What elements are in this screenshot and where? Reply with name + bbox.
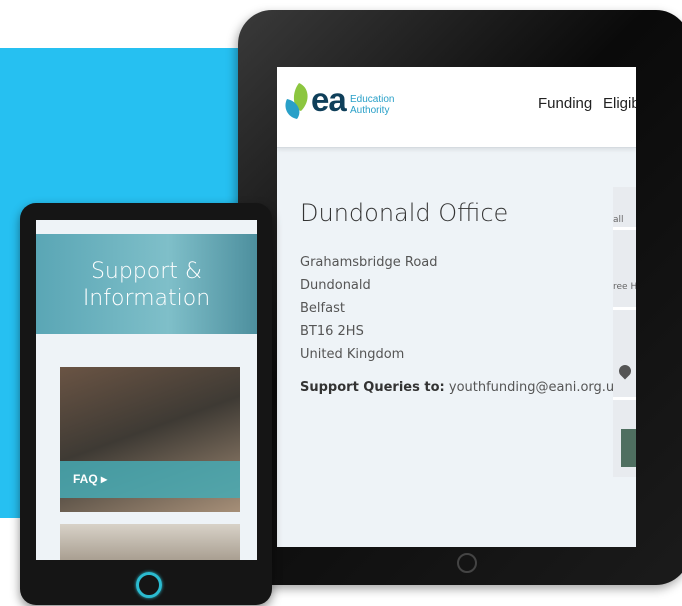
map-pin-icon[interactable] [616,362,634,380]
home-button-icon [457,553,477,573]
address-line: United Kingdom [300,347,405,362]
office-title: Dundonald Office [300,199,509,227]
address-line: Dundonald [300,278,371,293]
map-road [613,307,636,310]
support-queries: Support Queries to: youthfunding@eani.or… [300,380,622,395]
address-line: BT16 2HS [300,324,364,339]
logo-subtext-line2: Authority [350,105,390,116]
faq-bar: FAQ ▸ [60,461,240,498]
site-header: ea Education Authority Funding Eligib [277,67,636,148]
logo-subtext-line1: Education [350,94,395,105]
faq-card[interactable]: FAQ ▸ [60,367,240,512]
nav-link-eligibility[interactable]: Eligib [603,95,636,112]
address-line: Belfast [300,301,345,316]
tablet-screen-small: Support & Information FAQ ▸ [36,220,257,560]
hero-banner: Support & Information [36,234,257,334]
home-button-icon [136,572,162,598]
logo-leaf-icon [285,83,308,119]
map-label: ree H [613,282,636,292]
tablet-device-large: ea Education Authority Funding Eligib Du… [238,10,682,585]
hero-title-line1: Support & [90,259,203,284]
logo-text[interactable]: ea [311,83,347,116]
hero-title-line2: Information [82,286,211,311]
map-label: all [613,215,624,225]
map-embed[interactable]: all ree H [613,187,636,477]
map-satellite-toggle[interactable] [621,429,636,467]
tablet-screen-large: ea Education Authority Funding Eligib Du… [277,67,636,547]
address-line: Grahamsbridge Road [300,255,438,270]
logo-subtext: Education Authority [350,94,394,116]
hero-title: Support & Information [36,258,257,312]
tablet-device-small: Support & Information FAQ ▸ [20,203,272,605]
content-card-image[interactable] [60,524,240,560]
faq-link[interactable]: FAQ ▸ [73,472,107,486]
map-road [613,397,636,400]
nav-link-funding[interactable]: Funding [538,95,592,112]
support-email-link[interactable]: youthfunding@eani.org.uk [449,380,622,395]
support-label: Support Queries to: [300,380,445,395]
map-road [613,227,636,230]
